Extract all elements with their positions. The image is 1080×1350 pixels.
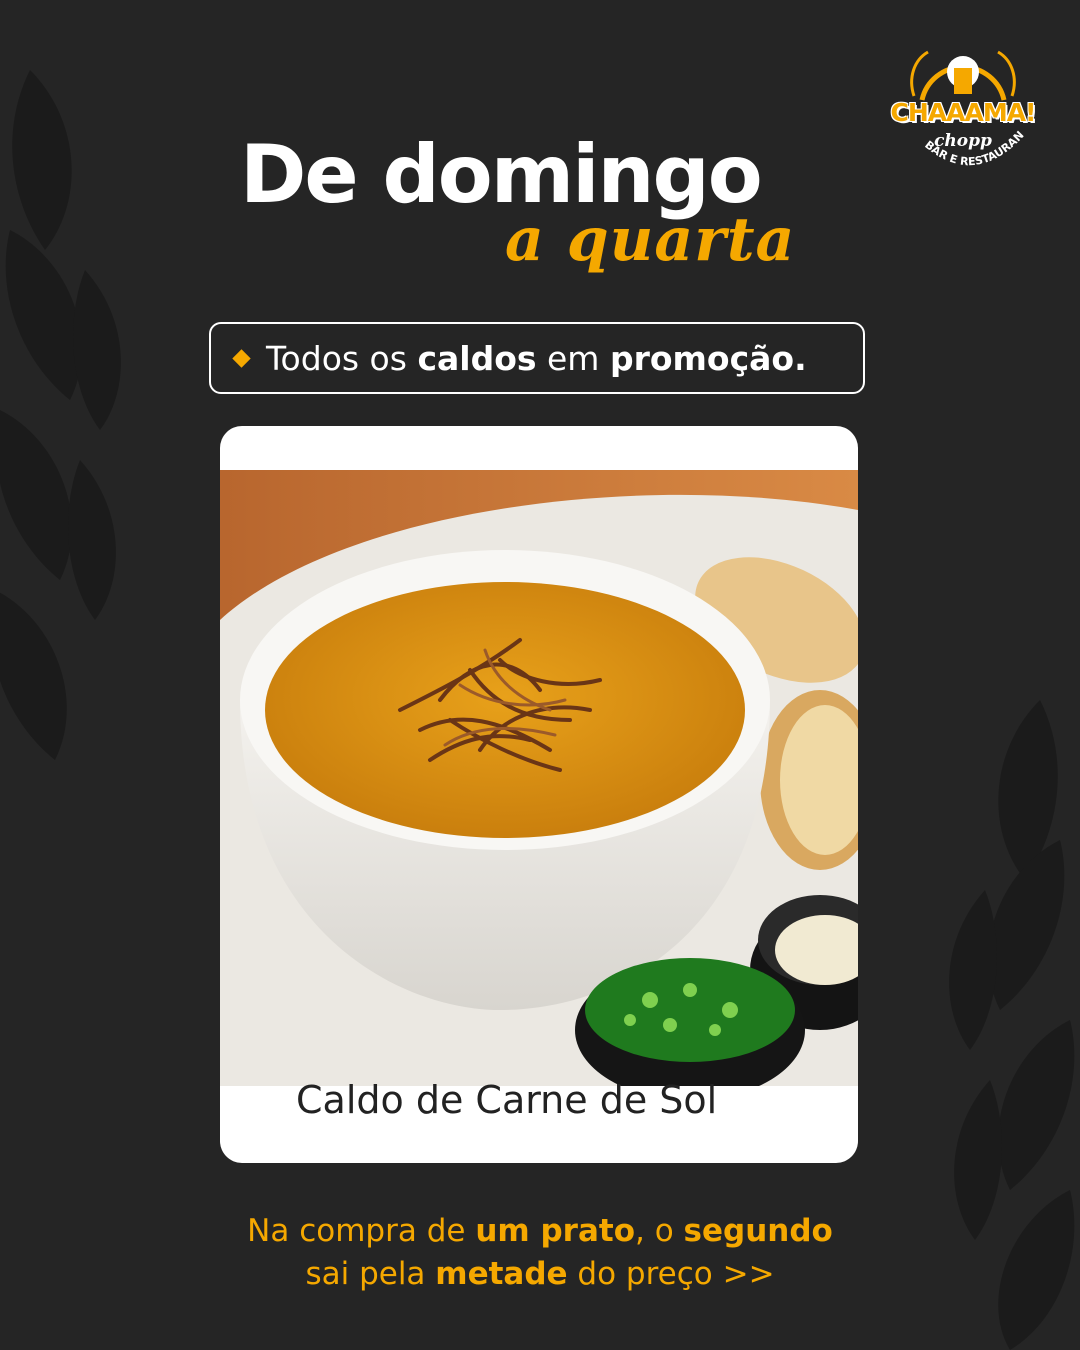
product-caption: Caldo de Carne de Sol (296, 1078, 718, 1122)
offer-line-2-c: do preço >> (567, 1256, 775, 1292)
logo-brand-name: CHAAAMA! (890, 98, 1037, 127)
offer-line-2-b: metade (435, 1256, 568, 1292)
offer-line-1-d: segundo (683, 1213, 833, 1249)
diamond-bullet-icon (232, 348, 251, 368)
offer-text: Na compra de um prato, o segundo sai pel… (150, 1210, 930, 1296)
soup-photo (220, 470, 858, 1086)
promo-banner: Todos os caldos em promoção. (209, 322, 865, 394)
offer-line-1-b: um prato (475, 1213, 635, 1249)
offer-line-2: sai pela metade do preço >> (150, 1253, 930, 1296)
product-card: Caldo de Carne de Sol (220, 426, 858, 1163)
logo-sub-name: chopp (934, 131, 992, 151)
offer-line-1-c: , o (635, 1213, 684, 1249)
offer-line-1: Na compra de um prato, o segundo (150, 1210, 930, 1253)
headline-line-2: a quarta (505, 205, 796, 275)
promo-text-middle: em (536, 338, 610, 378)
promo-text-bold-2: promoção. (609, 338, 807, 378)
promo-text-prefix: Todos os (266, 338, 418, 378)
wheat-leaves-left-decoration (0, 60, 140, 820)
promo-post: BAR E RESTAURANTE CHAAAMA! chopp De domi… (0, 0, 1080, 1350)
wheat-leaves-right-decoration (930, 690, 1080, 1350)
brand-logo: BAR E RESTAURANTE CHAAAMA! chopp (884, 38, 1042, 178)
offer-line-2-a: sai pela (305, 1256, 436, 1292)
offer-line-1-a: Na compra de (247, 1213, 476, 1249)
promo-text-bold-1: caldos (417, 338, 537, 378)
